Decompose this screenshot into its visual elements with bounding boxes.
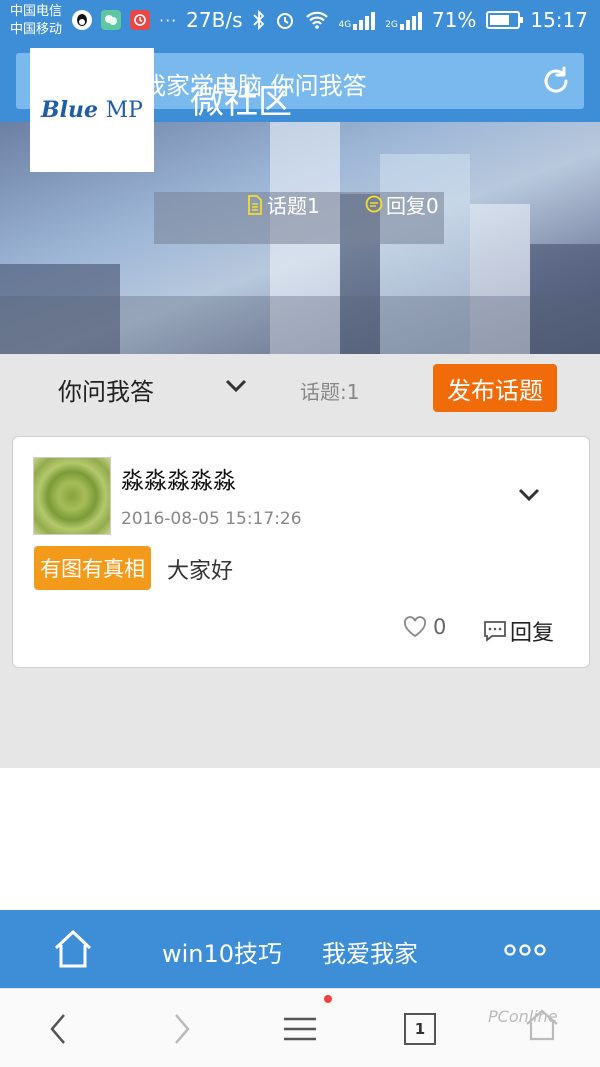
nav-link-win10[interactable]: win10技巧 [162, 934, 282, 969]
bottom-nav: win10技巧 我爱我家 [0, 910, 600, 988]
qq-icon [72, 10, 92, 30]
post-timestamp: 2016-08-05 15:17:26 [121, 509, 302, 529]
forward-icon[interactable] [162, 1011, 198, 1047]
net-tag-4g: 4G [338, 20, 352, 30]
replies-count: 回复0 [386, 194, 439, 218]
bluetooth-icon [252, 10, 264, 30]
stats-strip [0, 296, 600, 354]
refresh-icon[interactable] [540, 65, 572, 97]
status-indicators: 27B/s 4G 2G 71% 15:17 [186, 8, 588, 32]
signal-2g: 2G [385, 10, 422, 30]
logo-text: Blue MP [41, 97, 143, 123]
battery-icon [486, 11, 524, 29]
chevron-down-icon[interactable] [517, 487, 541, 503]
comment-icon [365, 195, 383, 212]
signal-4g: 4G [339, 10, 376, 30]
alarm-app-icon [130, 10, 150, 30]
logo-sub: MP [105, 98, 143, 123]
signal-bars-1 [353, 10, 376, 30]
reply-label: 回复 [510, 621, 555, 646]
post-card[interactable]: 淼淼淼淼淼 2016-08-05 15:17:26 有图有真相 大家好 0 回复 [12, 436, 590, 668]
comment-bubble-icon [484, 621, 506, 642]
document-icon [248, 194, 262, 215]
clock: 15:17 [530, 8, 588, 32]
like-count: 0 [433, 615, 447, 639]
alarm-icon [276, 13, 293, 29]
post-tag[interactable]: 有图有真相 [34, 546, 151, 590]
home-icon[interactable] [52, 928, 94, 970]
carrier-2: 中国移动 [10, 22, 63, 37]
net-tag-2g: 2G [385, 20, 398, 30]
net-speed: 27B/s [186, 8, 243, 32]
reply-button[interactable]: 回复 [483, 615, 554, 647]
chevron-down-icon[interactable] [224, 378, 248, 394]
avatar[interactable] [33, 457, 111, 535]
category-bar: 你问我答 话题:1 发布话题 [0, 354, 600, 422]
tabs-button[interactable]: 1 [404, 1013, 436, 1045]
carrier-1: 中国电信 [10, 4, 63, 19]
menu-icon[interactable] [282, 1011, 318, 1047]
community-title: 微社区 [190, 82, 292, 122]
status-bar: 中国电信 中国移动 ··· 27B/s 4G 2G 71% 15:17 [0, 0, 600, 44]
topic-count: 话题:1 [300, 380, 360, 404]
wifi-icon [305, 11, 328, 29]
post-content[interactable]: 大家好 [167, 553, 233, 585]
back-icon[interactable] [42, 1011, 78, 1047]
signal-bars-2 [399, 10, 422, 30]
watermark: PConline [488, 1007, 558, 1026]
logo-main: Blue [41, 97, 98, 123]
more-notifications-icon: ··· [159, 10, 178, 30]
browser-toolbar: 1 PConline [0, 988, 600, 1067]
replies-stat: 回复0 [365, 190, 439, 219]
category-selector[interactable]: 你问我答 [58, 372, 154, 407]
publish-topic-button[interactable]: 发布话题 [433, 364, 557, 412]
menu-notification-dot [324, 995, 332, 1003]
notification-icons: ··· [72, 10, 177, 30]
nav-link-home-community[interactable]: 我爱我家 [322, 934, 418, 969]
battery-percent: 71% [431, 8, 477, 32]
wechat-icon [101, 10, 121, 30]
more-icon[interactable] [504, 942, 546, 958]
battery-fill [490, 15, 509, 25]
post-author[interactable]: 淼淼淼淼淼 [121, 461, 236, 495]
like-button[interactable]: 0 [403, 615, 446, 639]
carrier-info: 中国电信 中国移动 [10, 3, 62, 39]
topics-count: 话题1 [267, 194, 320, 218]
heart-icon [403, 616, 427, 638]
topics-stat: 话题1 [246, 190, 320, 219]
community-logo: Blue MP [30, 48, 154, 172]
